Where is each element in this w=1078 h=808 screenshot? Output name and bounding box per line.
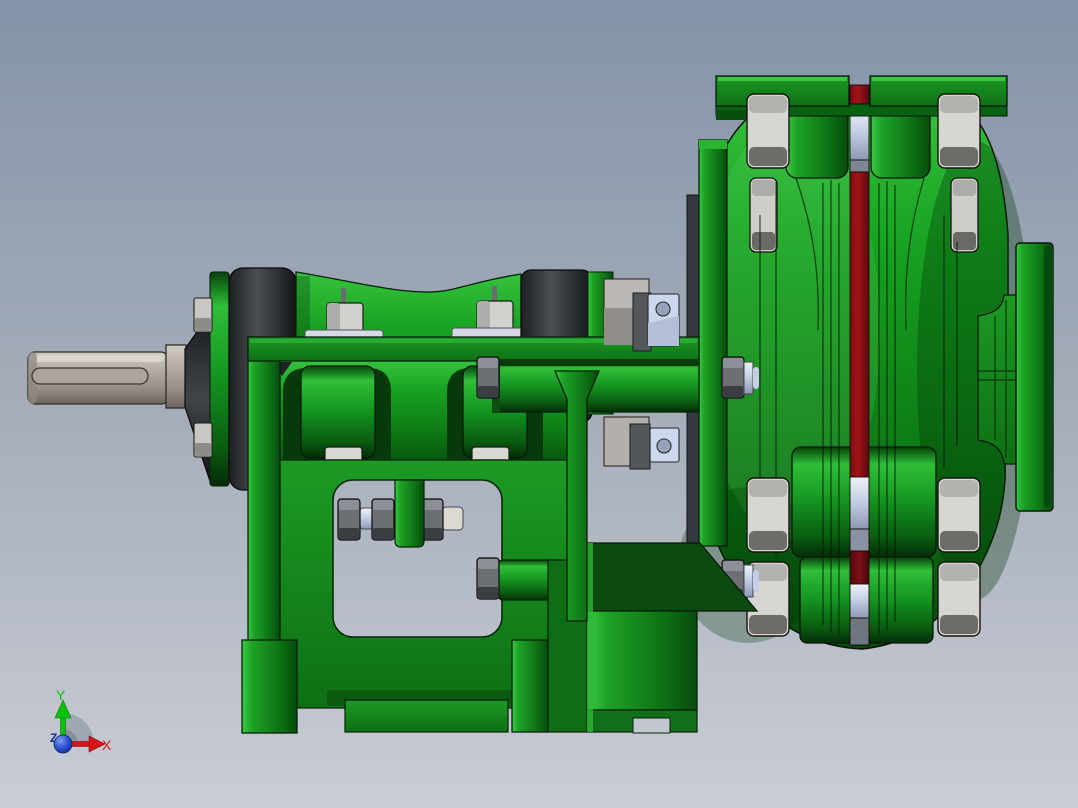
casing-nut-partial xyxy=(950,177,979,253)
stud-spacer xyxy=(849,159,870,173)
stud-washer xyxy=(743,564,754,598)
rod-nut xyxy=(371,498,395,541)
pedestal-notch xyxy=(632,717,671,734)
axis-origin-sphere xyxy=(53,734,73,754)
casing-hex-nut[interactable] xyxy=(746,477,790,553)
stud-tip xyxy=(753,367,759,389)
casing-hex-nut[interactable] xyxy=(937,93,981,169)
cover-wedge xyxy=(629,423,651,470)
slot-boss xyxy=(300,365,376,459)
end-cover-step xyxy=(604,308,634,345)
sleeve-nut xyxy=(476,356,500,399)
gland-hole xyxy=(656,438,672,454)
casing-hex-nut[interactable] xyxy=(746,93,790,169)
gasket-segment xyxy=(849,171,870,478)
foot-left xyxy=(241,639,298,734)
flange-highlight xyxy=(872,77,1005,81)
shaft-collar xyxy=(165,344,187,409)
stud-tip xyxy=(753,570,759,592)
flange-highlight xyxy=(718,77,847,81)
backplate-top-cap xyxy=(699,140,727,149)
side-boss-nut xyxy=(476,557,500,600)
backplate-edge xyxy=(698,139,728,547)
suction-flange-edge xyxy=(1044,246,1053,508)
base-front xyxy=(344,699,509,733)
casing-nut-partial xyxy=(749,177,778,253)
frame-upright xyxy=(247,336,281,643)
gland-plate-upper xyxy=(647,293,680,347)
shaft-highlight xyxy=(30,355,164,362)
axis-x-label: X xyxy=(102,737,112,753)
stud-spacer xyxy=(849,617,870,646)
pedestal-front xyxy=(586,610,698,711)
backplate-stud-nut xyxy=(721,356,745,399)
grease-fitting-top xyxy=(193,297,213,333)
cylinder-top-seam xyxy=(493,360,699,366)
rod-bracket-tab xyxy=(394,479,425,548)
shaft-keyway xyxy=(31,367,149,385)
bolt-facet xyxy=(477,301,490,330)
casing-hex-nut[interactable] xyxy=(937,477,981,553)
gland-plate-lower xyxy=(649,427,680,463)
stud-sleeve xyxy=(849,476,870,530)
drive-shaft[interactable] xyxy=(27,344,187,409)
grease-fitting-bottom xyxy=(193,422,213,458)
housing-end-ring xyxy=(209,271,230,487)
rod-nut xyxy=(337,498,361,541)
gasket-segment xyxy=(849,550,870,585)
foot-right xyxy=(511,639,549,733)
stud-sleeve xyxy=(849,583,870,619)
gland-hole xyxy=(655,301,671,317)
stud-washer xyxy=(743,361,754,395)
axis-y-label: Y xyxy=(56,687,66,703)
casing-hex-nut[interactable] xyxy=(937,561,981,637)
shaft-sleeve-cylinder xyxy=(492,359,700,413)
cad-viewport[interactable]: Z Y X xyxy=(0,0,1078,808)
gasket-parting-line[interactable] xyxy=(849,84,870,646)
rod-end xyxy=(441,506,464,531)
pedestal-edge-highlight xyxy=(587,543,593,732)
pump-model-render[interactable]: Z Y X xyxy=(0,0,1078,808)
bolt-facet xyxy=(327,303,340,332)
stud-spacer xyxy=(849,528,870,552)
